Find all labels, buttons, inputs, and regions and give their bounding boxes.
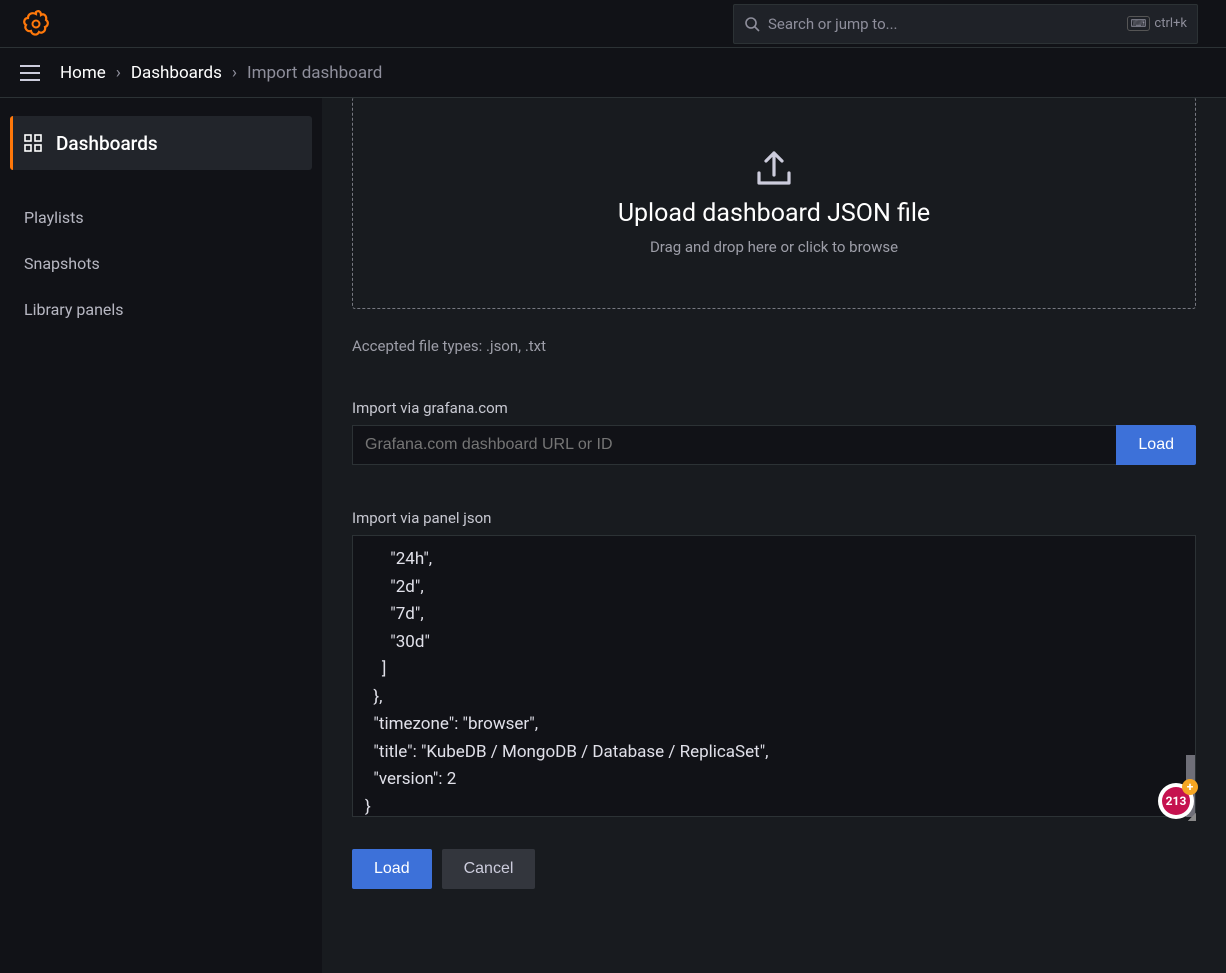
topbar: Search or jump to... ⌨ ctrl+k — [0, 0, 1226, 48]
chevron-right-icon: › — [232, 63, 237, 83]
sidebar-item-dashboards[interactable]: Dashboards — [10, 116, 312, 170]
sidebar-item-library-panels[interactable]: Library panels — [10, 286, 312, 332]
breadcrumb: Home › Dashboards › Import dashboard — [60, 63, 382, 83]
json-textarea[interactable] — [352, 535, 1196, 817]
resize-handle[interactable] — [1188, 813, 1196, 821]
search-input[interactable]: Search or jump to... ⌨ ctrl+k — [733, 4, 1198, 44]
dashboards-icon — [24, 134, 42, 152]
import-url-input[interactable] — [352, 425, 1116, 465]
dropzone-sub: Drag and drop here or click to browse — [650, 238, 898, 256]
grafana-logo[interactable] — [20, 8, 52, 40]
notification-badge[interactable]: 213 + — [1158, 783, 1194, 819]
search-placeholder: Search or jump to... — [768, 15, 1119, 33]
sidebar-item-snapshots[interactable]: Snapshots — [10, 240, 312, 286]
dropzone-title: Upload dashboard JSON file — [618, 199, 930, 228]
sidebar-item-label: Playlists — [24, 208, 84, 227]
sidebar-item-label: Dashboards — [56, 132, 158, 155]
plus-icon: + — [1182, 779, 1198, 795]
navbar: Home › Dashboards › Import dashboard — [0, 48, 1226, 98]
breadcrumb-home[interactable]: Home — [60, 63, 106, 83]
sidebar: Dashboards Playlists Snapshots Library p… — [0, 98, 322, 973]
shortcut-hint: ⌨ ctrl+k — [1127, 16, 1187, 31]
import-json-label: Import via panel json — [352, 509, 1196, 527]
chevron-right-icon: › — [116, 63, 121, 83]
main-content: Upload dashboard JSON file Drag and drop… — [322, 98, 1226, 973]
keyboard-icon: ⌨ — [1127, 16, 1151, 31]
accepted-file-types: Accepted file types: .json, .txt — [352, 337, 1196, 355]
load-url-button[interactable]: Load — [1116, 425, 1196, 465]
import-url-label: Import via grafana.com — [352, 399, 1196, 417]
upload-dropzone[interactable]: Upload dashboard JSON file Drag and drop… — [352, 98, 1196, 309]
sidebar-item-label: Snapshots — [24, 254, 100, 273]
breadcrumb-current: Import dashboard — [247, 63, 382, 83]
breadcrumb-dashboards[interactable]: Dashboards — [131, 63, 222, 83]
upload-icon — [753, 149, 795, 191]
load-button[interactable]: Load — [352, 849, 432, 889]
cancel-button[interactable]: Cancel — [442, 849, 536, 889]
search-icon — [744, 16, 760, 32]
menu-toggle[interactable] — [12, 55, 48, 91]
sidebar-item-playlists[interactable]: Playlists — [10, 194, 312, 240]
sidebar-item-label: Library panels — [24, 300, 124, 319]
